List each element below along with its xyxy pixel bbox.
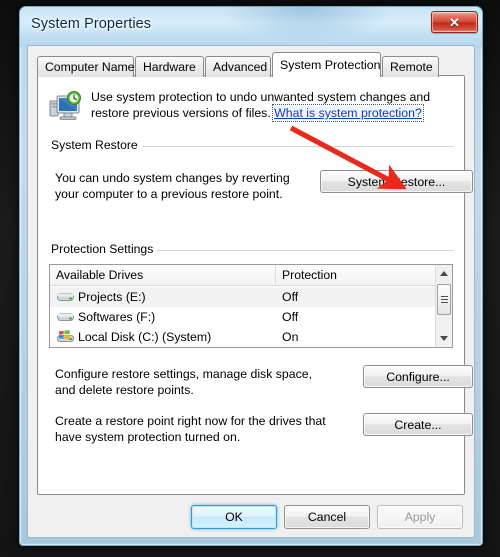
cancel-button-label: Cancel xyxy=(307,510,347,524)
available-drives-list[interactable]: Available Drives Protection Projects (E:… xyxy=(49,264,453,348)
drive-protection-status: On xyxy=(282,330,299,344)
drive-name: Projects (E:) xyxy=(78,290,146,304)
drive-protection-status: Off xyxy=(282,290,299,304)
tab-hardware[interactable]: Hardware xyxy=(135,56,204,77)
apply-button: Apply xyxy=(377,505,463,529)
protection-blurb: Use system protection to undo unwanted s… xyxy=(49,89,454,123)
configure-description: Configure restore settings, manage disk … xyxy=(55,366,345,398)
table-row[interactable]: Projects (E:) Off xyxy=(50,287,435,307)
blurb-line-2: restore previous versions of files. xyxy=(91,106,271,120)
create-desc-line-1: Create a restore point right now for the… xyxy=(55,414,326,428)
chevron-down-icon[interactable] xyxy=(436,330,452,347)
dialog-button-row: OK Cancel Apply xyxy=(28,505,465,529)
drives-list-header: Available Drives Protection xyxy=(50,265,435,286)
protection-blurb-text: Use system protection to undo unwanted s… xyxy=(91,89,430,123)
create-desc-line-2: have system protection turned on. xyxy=(55,430,241,444)
configure-button[interactable]: Configure... xyxy=(363,365,473,388)
system-protection-tab-panel: Use system protection to undo unwanted s… xyxy=(37,75,473,495)
tab-remote[interactable]: Remote xyxy=(382,56,439,77)
tab-label: Computer Name xyxy=(45,60,135,74)
apply-button-label: Apply xyxy=(404,510,436,524)
create-description: Create a restore point right now for the… xyxy=(55,413,355,445)
close-glyph: ✕ xyxy=(449,14,460,30)
ok-button[interactable]: OK xyxy=(191,505,277,529)
chevron-up-icon[interactable] xyxy=(436,265,452,282)
ok-button-label: OK xyxy=(225,510,243,524)
drive-name: Softwares (F:) xyxy=(78,310,156,324)
system-properties-window: System Properties ✕ Computer Name Hardwa… xyxy=(19,6,483,546)
system-restore-description: You can undo system changes by reverting… xyxy=(55,170,315,202)
tab-label: Advanced xyxy=(213,60,268,74)
system-restore-desc-line-1: You can undo system changes by reverting xyxy=(55,171,290,185)
configure-desc-line-1: Configure restore settings, manage disk … xyxy=(55,367,313,381)
table-row[interactable]: Softwares (F:) Off xyxy=(50,307,435,327)
create-button-label: Create... xyxy=(394,417,442,432)
protection-settings-group-label: Protection Settings xyxy=(49,242,158,256)
tab-computer-name[interactable]: Computer Name xyxy=(37,56,134,77)
what-is-system-protection-link[interactable]: What is system protection? xyxy=(272,104,424,122)
tab-strip: Computer Name Hardware Advanced System P… xyxy=(37,52,465,77)
close-icon[interactable]: ✕ xyxy=(431,11,478,33)
window-title: System Properties xyxy=(31,16,152,32)
tab-advanced[interactable]: Advanced xyxy=(205,56,271,77)
dialog-client-area: Computer Name Hardware Advanced System P… xyxy=(27,45,475,538)
system-restore-button[interactable]: System Restore... xyxy=(320,170,473,193)
tab-label: System Protection xyxy=(280,58,381,72)
scrollbar-thumb[interactable] xyxy=(437,284,451,315)
drive-protection-status: Off xyxy=(282,310,299,324)
blurb-line-1: Use system protection to undo unwanted s… xyxy=(91,90,431,104)
system-restore-button-label: System Restore... xyxy=(347,174,446,189)
title-bar[interactable]: System Properties ✕ xyxy=(20,7,482,47)
system-protection-icon xyxy=(49,91,83,123)
system-drive-icon xyxy=(57,330,74,344)
drive-icon xyxy=(57,310,74,324)
create-button[interactable]: Create... xyxy=(363,413,473,436)
cancel-button[interactable]: Cancel xyxy=(284,505,370,529)
tab-system-protection[interactable]: System Protection xyxy=(272,52,381,77)
configure-button-label: Configure... xyxy=(386,369,450,384)
column-header-protection[interactable]: Protection xyxy=(276,265,435,285)
configure-desc-line-2: and delete restore points. xyxy=(55,383,194,397)
drive-name: Local Disk (C:) (System) xyxy=(78,330,212,344)
tab-label: Remote xyxy=(390,60,433,74)
column-header-available-drives[interactable]: Available Drives xyxy=(50,265,276,285)
system-restore-desc-line-2: your computer to a previous restore poin… xyxy=(55,187,283,201)
drive-icon xyxy=(57,290,74,304)
system-restore-group-label: System Restore xyxy=(49,138,142,152)
drives-list-scrollbar[interactable] xyxy=(435,265,452,347)
tab-label: Hardware xyxy=(143,60,196,74)
table-row[interactable]: Local Disk (C:) (System) On xyxy=(50,327,435,347)
